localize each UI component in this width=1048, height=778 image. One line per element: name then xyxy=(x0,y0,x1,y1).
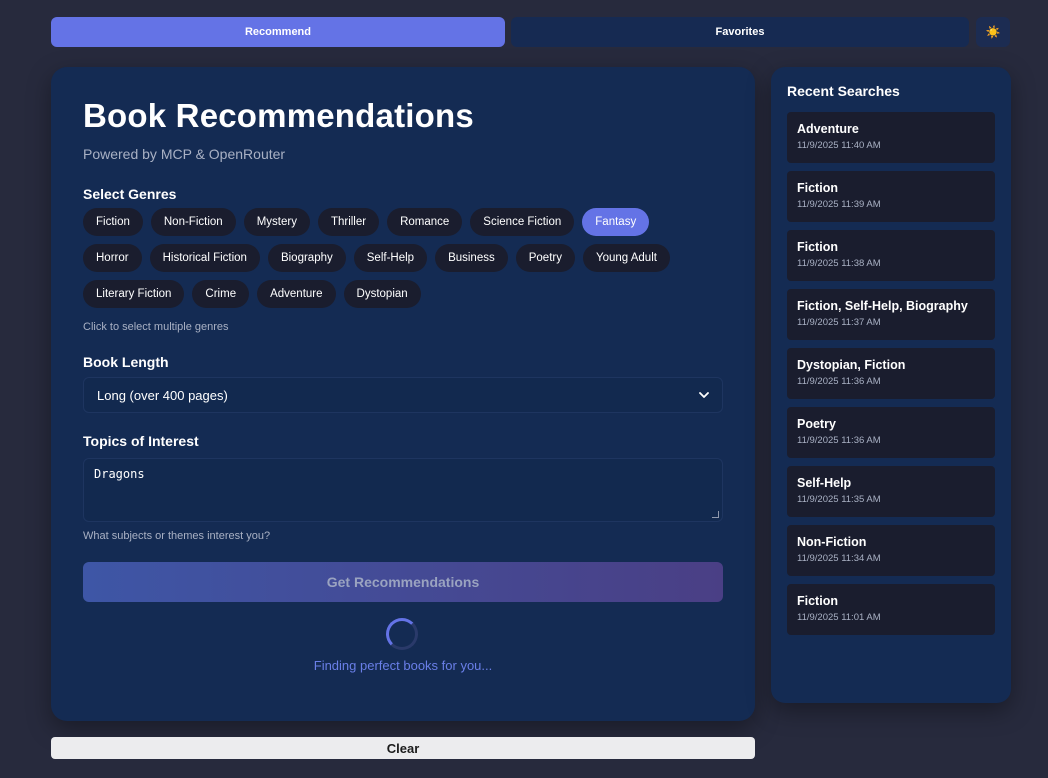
recent-search-timestamp: 11/9/2025 11:36 AM xyxy=(797,435,881,446)
recent-search-timestamp: 11/9/2025 11:38 AM xyxy=(797,258,881,269)
recent-search-item[interactable]: Fiction, Self-Help, Biography 11/9/2025 1… xyxy=(787,289,995,340)
tab-favorites[interactable]: Favorites xyxy=(511,17,969,47)
recent-search-timestamp: 11/9/2025 11:37 AM xyxy=(797,317,881,328)
genre-chip-fantasy[interactable]: Fantasy xyxy=(582,208,650,236)
tab-recommend[interactable]: Recommend xyxy=(51,17,505,47)
recent-search-genres: Dystopian, Fiction xyxy=(797,358,906,372)
clear-button[interactable]: Clear xyxy=(51,737,755,759)
resize-handle-icon[interactable] xyxy=(712,511,719,518)
recent-search-item[interactable]: Self-Help 11/9/2025 11:35 AM xyxy=(787,466,995,517)
book-length-label: Book Length xyxy=(83,354,169,370)
chevron-down-icon xyxy=(699,388,709,402)
genre-chip-non-fiction[interactable]: Non-Fiction xyxy=(150,208,236,236)
genre-chip-list: Fiction Non-Fiction Mystery Thriller Romance… xyxy=(83,208,723,316)
recent-searches-list: Adventure 11/9/2025 11:40 AM Fiction 11/9/2… xyxy=(787,112,995,643)
recent-search-timestamp: 11/9/2025 11:40 AM xyxy=(797,140,881,151)
genre-chip-crime[interactable]: Crime xyxy=(192,280,250,308)
recent-search-timestamp: 11/9/2025 11:01 AM xyxy=(797,612,881,623)
recent-search-timestamp: 11/9/2025 11:36 AM xyxy=(797,376,881,387)
recent-search-item[interactable]: Dystopian, Fiction 11/9/2025 11:36 AM xyxy=(787,348,995,399)
recent-search-genres: Fiction, Self-Help, Biography xyxy=(797,299,968,313)
genre-chip-literary-fiction[interactable]: Literary Fiction xyxy=(83,280,185,308)
genre-chip-thriller[interactable]: Thriller xyxy=(317,208,380,236)
genre-row: Literary Fiction Crime Adventure Dystopian xyxy=(83,280,723,308)
genres-hint: Click to select multiple genres xyxy=(83,321,229,333)
recent-search-item[interactable]: Poetry 11/9/2025 11:36 AM xyxy=(787,407,995,458)
loading-spinner-icon xyxy=(386,618,418,650)
get-recommendations-button[interactable]: Get Recommendations xyxy=(83,562,723,602)
genre-chip-poetry[interactable]: Poetry xyxy=(515,244,575,272)
genre-chip-horror[interactable]: Horror xyxy=(83,244,142,272)
genre-chip-science-fiction[interactable]: Science Fiction xyxy=(470,208,575,236)
sun-icon: ☀️ xyxy=(985,25,1001,39)
recommendation-form-card: Book Recommendations Powered by MCP & Op… xyxy=(51,67,755,721)
genre-chip-historical-fiction[interactable]: Historical Fiction xyxy=(149,244,260,272)
genre-chip-biography[interactable]: Biography xyxy=(267,244,346,272)
genre-chip-mystery[interactable]: Mystery xyxy=(243,208,310,236)
recent-searches-title: Recent Searches xyxy=(787,83,900,99)
recent-search-item[interactable]: Fiction 11/9/2025 11:39 AM xyxy=(787,171,995,222)
recent-search-genres: Poetry xyxy=(797,417,836,431)
recent-searches-panel: Recent Searches Adventure 11/9/2025 11:40… xyxy=(771,67,1011,703)
recent-search-item[interactable]: Non-Fiction 11/9/2025 11:34 AM xyxy=(787,525,995,576)
genres-label: Select Genres xyxy=(83,186,177,202)
genre-chip-romance[interactable]: Romance xyxy=(387,208,463,236)
genre-chip-dystopian[interactable]: Dystopian xyxy=(343,280,421,308)
page-subtitle: Powered by MCP & OpenRouter xyxy=(83,146,286,162)
recent-search-timestamp: 11/9/2025 11:35 AM xyxy=(797,494,881,505)
recent-search-genres: Self-Help xyxy=(797,476,852,490)
topics-value: Dragons xyxy=(94,467,145,481)
page-title: Book Recommendations xyxy=(83,97,474,134)
recent-search-genres: Fiction xyxy=(797,181,838,195)
genre-row: Horror Historical Fiction Biography Self-He… xyxy=(83,244,723,272)
recent-search-genres: Non-Fiction xyxy=(797,535,867,549)
recent-search-genres: Adventure xyxy=(797,122,859,136)
loading-text: Finding perfect books for you... xyxy=(313,658,493,673)
topics-label: Topics of Interest xyxy=(83,433,199,449)
topics-hint: What subjects or themes interest you? xyxy=(83,530,271,542)
genre-chip-self-help[interactable]: Self-Help xyxy=(353,244,428,272)
recent-search-timestamp: 11/9/2025 11:34 AM xyxy=(797,553,881,564)
book-length-value: Long (over 400 pages) xyxy=(97,387,228,403)
recent-search-genres: Fiction xyxy=(797,240,838,254)
genre-row: Fiction Non-Fiction Mystery Thriller Romance… xyxy=(83,208,723,236)
genre-chip-adventure[interactable]: Adventure xyxy=(257,280,336,308)
recent-search-item[interactable]: Adventure 11/9/2025 11:40 AM xyxy=(787,112,995,163)
book-length-select[interactable]: Long (over 400 pages) xyxy=(83,377,723,413)
genre-chip-young-adult[interactable]: Young Adult xyxy=(582,244,670,272)
recent-search-item[interactable]: Fiction 11/9/2025 11:38 AM xyxy=(787,230,995,281)
recent-search-timestamp: 11/9/2025 11:39 AM xyxy=(797,199,881,210)
recent-search-item[interactable]: Fiction 11/9/2025 11:01 AM xyxy=(787,584,995,635)
topics-textarea[interactable]: Dragons xyxy=(83,458,723,522)
genre-chip-fiction[interactable]: Fiction xyxy=(83,208,143,236)
theme-toggle-button[interactable]: ☀️ xyxy=(976,17,1010,47)
genre-chip-business[interactable]: Business xyxy=(435,244,508,272)
recent-search-genres: Fiction xyxy=(797,594,838,608)
